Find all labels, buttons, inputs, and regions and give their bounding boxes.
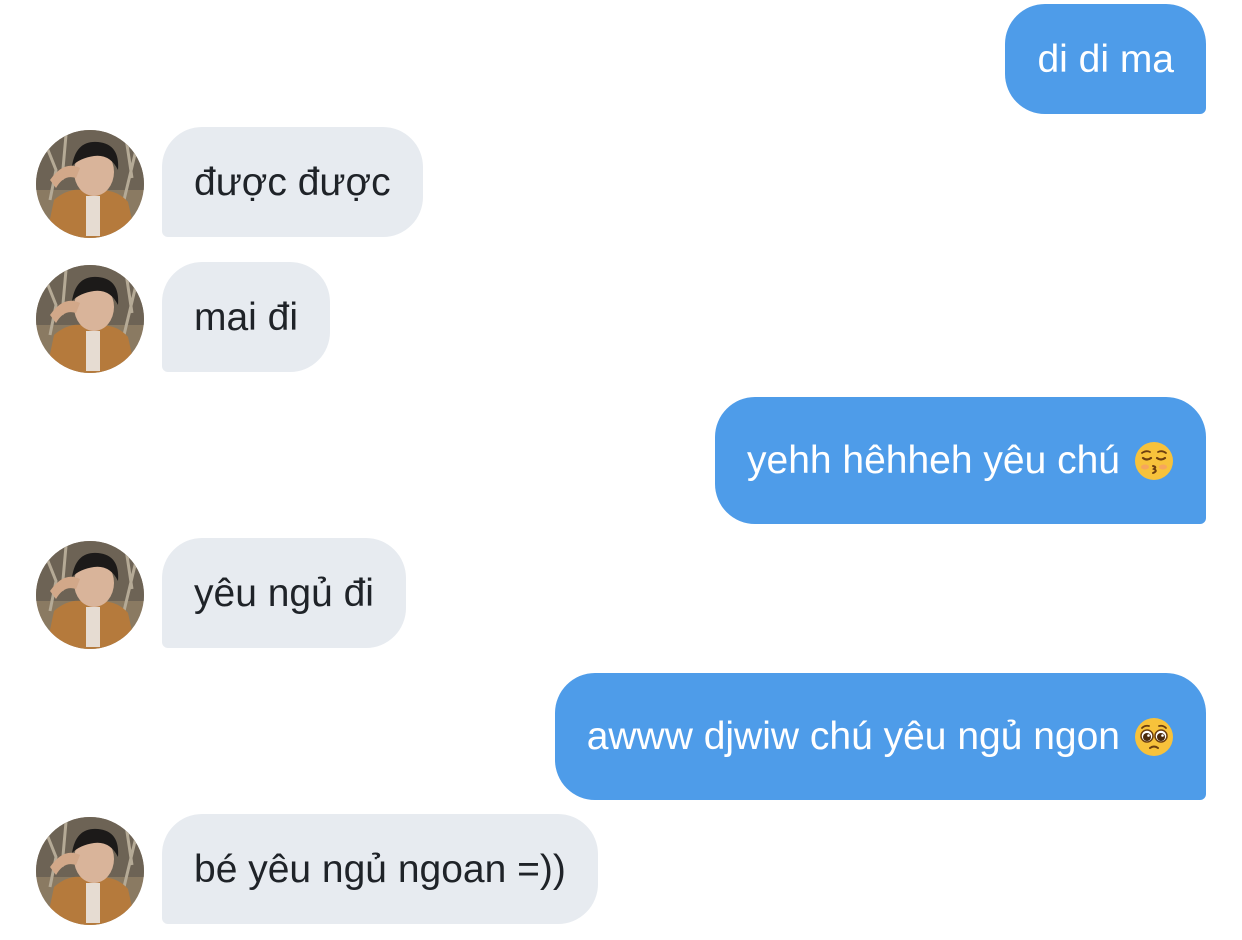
contact-avatar[interactable] (36, 130, 144, 238)
message-text: được được (194, 160, 391, 204)
kissing-closed-eyes-emoji-icon (1134, 441, 1174, 481)
message-text: yêu ngủ đi (194, 571, 374, 615)
message-text: bé yêu ngủ ngoan =)) (194, 847, 566, 891)
message-text: awww djwiw chú yêu ngủ ngon (586, 715, 1120, 758)
contact-avatar[interactable] (36, 265, 144, 373)
outgoing-message-bubble[interactable]: di di ma (1005, 4, 1206, 114)
incoming-message-bubble[interactable]: được được (162, 127, 423, 237)
message-text: di di ma (1037, 37, 1174, 81)
message-text: mai đi (194, 295, 299, 339)
outgoing-message-bubble[interactable]: awww djwiw chú yêu ngủ ngon (554, 673, 1206, 800)
contact-avatar[interactable] (36, 541, 144, 649)
outgoing-message-bubble[interactable]: yehh hêhheh yêu chú (715, 397, 1206, 524)
message-text: yehh hêhheh yêu chú (747, 439, 1120, 482)
incoming-message-bubble[interactable]: mai đi (162, 262, 331, 372)
incoming-message-bubble[interactable]: yêu ngủ đi (162, 538, 406, 648)
pleading-face-emoji-icon (1134, 717, 1174, 757)
contact-avatar[interactable] (36, 817, 144, 925)
incoming-message-bubble[interactable]: bé yêu ngủ ngoan =)) (162, 814, 598, 924)
